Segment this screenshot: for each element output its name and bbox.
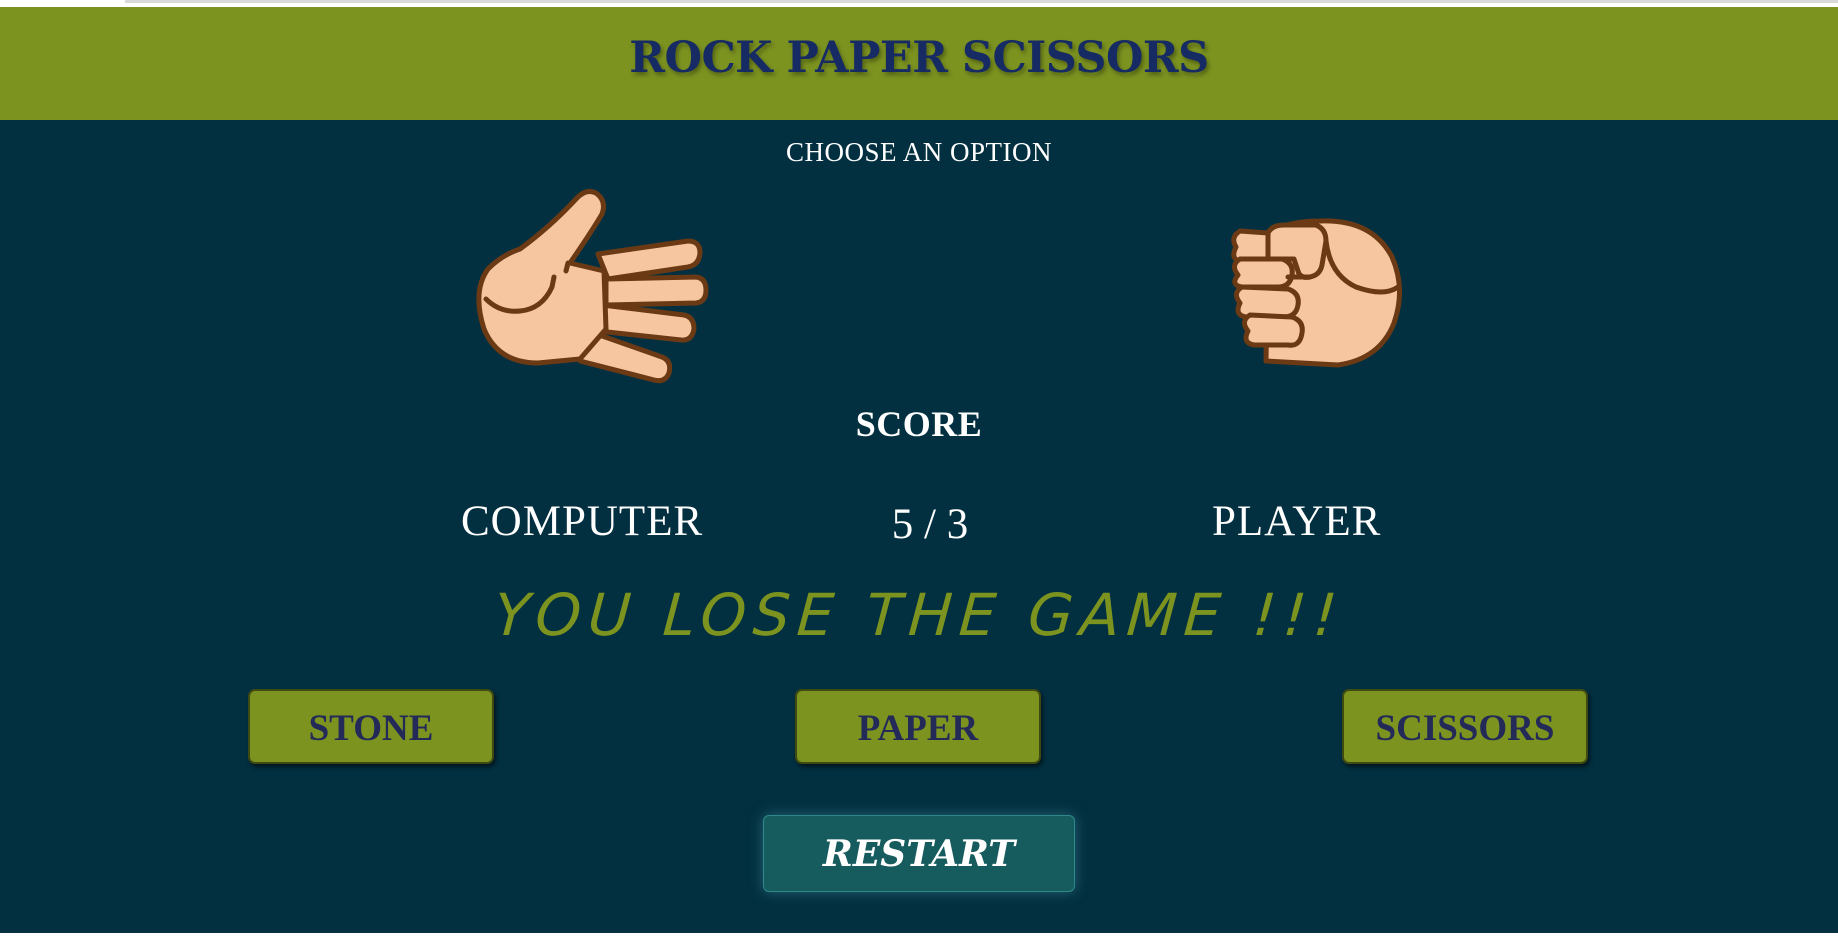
paper-button[interactable]: PAPER [795, 689, 1041, 764]
player-label: PLAYER [1212, 498, 1382, 545]
score-heading: SCORE [855, 404, 983, 444]
page-title: ROCK PAPER SCISSORS [629, 33, 1209, 83]
stone-button[interactable]: STONE [248, 689, 494, 764]
score-value: 5 / 3 [891, 501, 969, 548]
game-container: ROCK PAPER SCISSORS CHOOSE AN OPTION SCO… [0, 7, 1838, 933]
computer-paper-hand-icon [476, 189, 709, 384]
choose-option-prompt: CHOOSE AN OPTION [785, 137, 1053, 167]
player-rock-fist-icon [1231, 218, 1403, 368]
page-top-border [0, 0, 1838, 7]
restart-button[interactable]: RESTART [763, 815, 1075, 892]
scissors-button[interactable]: SCISSORS [1342, 689, 1588, 764]
header-bar: ROCK PAPER SCISSORS [0, 7, 1838, 120]
page-bottom-border [0, 933, 1838, 937]
computer-label: COMPUTER [461, 498, 704, 545]
game-result-message: YOU LOSE THE GAME !!! [491, 581, 1347, 649]
